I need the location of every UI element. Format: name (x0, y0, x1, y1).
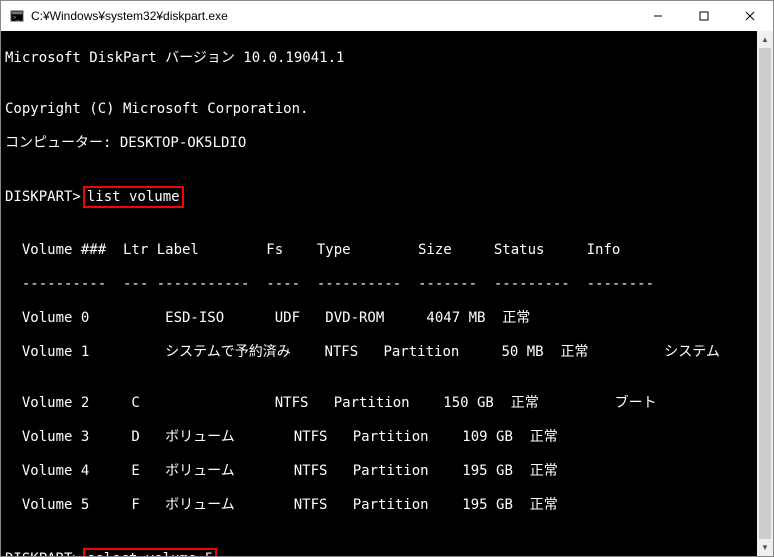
table-row: Volume 1 システムで予約済み NTFS Partition 50 MB … (5, 344, 769, 361)
terminal-output[interactable]: Microsoft DiskPart バージョン 10.0.19041.1 Co… (1, 31, 773, 556)
table-row: Volume 2 C NTFS Partition 150 GB 正常 ブート (5, 395, 769, 412)
table-header: Volume ### Ltr Label Fs Type Size Status… (5, 242, 769, 259)
banner-line: コンピューター: DESKTOP-OK5LDIO (5, 135, 769, 152)
app-icon: >_ (9, 8, 25, 24)
highlighted-command: list volume (83, 186, 184, 208)
prompt: DISKPART> (5, 189, 81, 205)
minimize-button[interactable] (635, 2, 681, 31)
command-line: DISKPART>select volume 5 (5, 548, 769, 556)
svg-text:>_: >_ (13, 15, 21, 22)
titlebar[interactable]: >_ C:¥Windows¥system32¥diskpart.exe (1, 1, 773, 31)
highlighted-command: select volume 5 (83, 548, 217, 556)
prompt: DISKPART> (5, 551, 81, 556)
vertical-scrollbar[interactable]: ▲ ▼ (757, 31, 773, 556)
scroll-up-button[interactable]: ▲ (757, 31, 773, 48)
scroll-down-button[interactable]: ▼ (757, 539, 773, 556)
window-title: C:¥Windows¥system32¥diskpart.exe (31, 9, 635, 23)
console-window: >_ C:¥Windows¥system32¥diskpart.exe Micr… (0, 0, 774, 557)
scroll-track[interactable] (757, 48, 773, 539)
window-controls (635, 2, 773, 31)
banner-line: Microsoft DiskPart バージョン 10.0.19041.1 (5, 50, 769, 67)
table-row: Volume 4 E ボリューム NTFS Partition 195 GB 正… (5, 463, 769, 480)
close-button[interactable] (727, 2, 773, 31)
scroll-thumb[interactable] (759, 48, 771, 539)
command-line: DISKPART>list volume (5, 186, 769, 208)
table-row: Volume 5 F ボリューム NTFS Partition 195 GB 正… (5, 497, 769, 514)
table-row: Volume 0 ESD-ISO UDF DVD-ROM 4047 MB 正常 (5, 310, 769, 327)
table-divider: ---------- --- ----------- ---- --------… (5, 276, 769, 293)
banner-line: Copyright (C) Microsoft Corporation. (5, 101, 769, 118)
maximize-button[interactable] (681, 2, 727, 31)
table-row: Volume 3 D ボリューム NTFS Partition 109 GB 正… (5, 429, 769, 446)
